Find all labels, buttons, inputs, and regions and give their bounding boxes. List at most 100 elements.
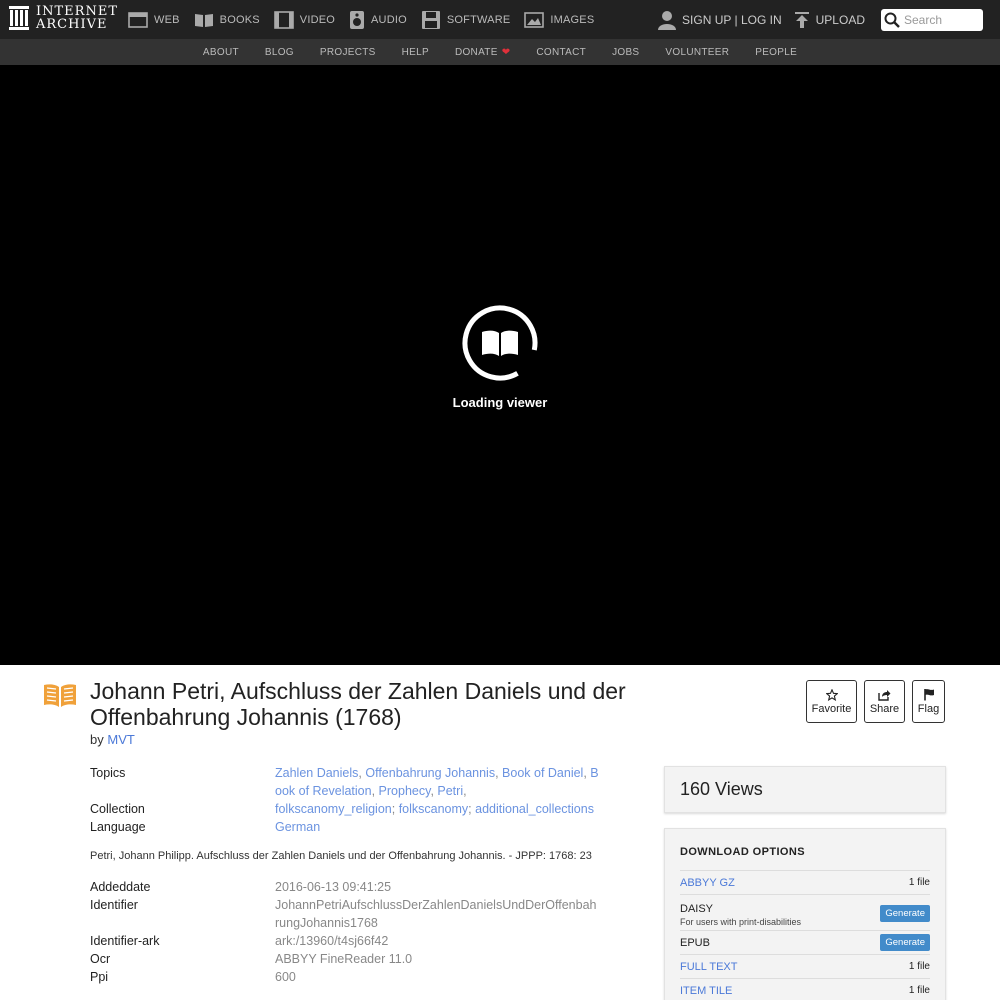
audio-icon (350, 10, 365, 29)
item-description: Petri, Johann Philipp. Aufschluss der Za… (90, 850, 592, 862)
subnav-help[interactable]: HELP (402, 47, 429, 58)
item-title: Johann Petri, Aufschluss der Zahlen Dani… (90, 678, 626, 730)
download-label-daisy: DAISY (680, 903, 714, 915)
subnav-donate[interactable]: DONATE ❤ (455, 47, 510, 58)
share-button[interactable]: Share (864, 680, 905, 723)
nav-audio[interactable]: AUDIO (349, 10, 407, 30)
internet-archive-logo[interactable]: INTERNET ARCHIVE (8, 5, 118, 31)
flag-icon (923, 689, 934, 701)
book-icon (44, 684, 76, 707)
topic-link[interactable]: Book of Daniel (502, 766, 583, 780)
favorite-button[interactable]: Favorite (806, 680, 857, 723)
download-row-itemtile: ITEM TILE 1 file (680, 978, 930, 1000)
metadata-row: Identifier JohannPetriAufschlussDerZahle… (90, 896, 610, 932)
file-count: 1 file (908, 877, 930, 888)
subnav-jobs[interactable]: JOBS (612, 47, 639, 58)
creator-link[interactable]: MVT (107, 732, 134, 747)
download-row-abbyy: ABBYY GZ 1 file (680, 870, 930, 894)
download-options-panel: DOWNLOAD OPTIONS ABBYY GZ 1 file DAISY F… (664, 828, 946, 1000)
download-label-epub: EPUB (680, 936, 710, 949)
flag-button[interactable]: Flag (912, 680, 945, 723)
byline: by MVT (90, 732, 135, 747)
star-icon (825, 688, 838, 701)
subnav-contact[interactable]: CONTACT (536, 47, 586, 58)
books-icon (194, 13, 213, 27)
nav-images-label: IMAGES (550, 13, 595, 26)
metadata-key: Ppi (90, 970, 109, 984)
nav-web[interactable]: WEB (128, 11, 180, 28)
generate-epub-button[interactable]: Generate (880, 934, 930, 951)
generate-daisy-button[interactable]: Generate (880, 904, 930, 922)
subnav-blog[interactable]: BLOG (265, 47, 294, 58)
download-link-itemtile[interactable]: ITEM TILE (680, 985, 732, 997)
metadata-value: 600 (275, 970, 296, 984)
loading-spinner-icon (462, 305, 538, 381)
video-icon (273, 10, 294, 29)
nav-software[interactable]: SOFTWARE (421, 10, 511, 30)
favorite-label: Favorite (811, 702, 852, 715)
download-link-fulltext[interactable]: FULL TEXT (680, 961, 737, 973)
upload-icon (794, 11, 809, 28)
daisy-subtext: For users with print-disabilities (680, 917, 802, 927)
collection-link[interactable]: folkscanomy (399, 802, 468, 816)
topics-value: Zahlen Daniels, Offenbahrung Johannis, B… (275, 766, 599, 798)
nav-web-label: WEB (154, 13, 180, 26)
secondary-nav: ABOUT BLOG PROJECTS HELP DONATE ❤ CONTACT… (0, 39, 1000, 65)
topics-label: Topics (90, 766, 126, 780)
nav-audio-label: AUDIO (371, 13, 407, 26)
search-input[interactable] (904, 12, 980, 27)
metadata-row: Ppi 600 (90, 968, 610, 986)
item-actions: Favorite Share Flag (806, 680, 945, 723)
download-link-abbyy[interactable]: ABBYY GZ (680, 877, 735, 889)
collection-value: folkscanomy_religion; folkscanomy; addit… (275, 802, 594, 816)
collection-row: Collection folkscanomy_religion; folksca… (90, 800, 610, 818)
metadata-row: Ocr ABBYY FineReader 11.0 (90, 950, 610, 968)
views-count: 160 Views (664, 766, 946, 813)
nav-images[interactable]: IMAGES (524, 11, 595, 28)
file-count: 1 file (908, 985, 930, 996)
nav-video[interactable]: VIDEO (273, 10, 336, 29)
subnav-volunteer[interactable]: VOLUNTEER (665, 47, 729, 58)
topics-row: Topics Zahlen Daniels, Offenbahrung Joha… (90, 764, 610, 800)
download-row-epub: EPUB Generate (680, 930, 930, 954)
topic-link[interactable]: Prophecy (379, 784, 431, 798)
share-label: Share (869, 702, 900, 715)
language-label: Language (90, 820, 146, 834)
loading-viewer-text: Loading viewer (452, 395, 548, 410)
metadata-value: ark:/13960/t4sj66f42 (275, 934, 389, 948)
metadata-value: 2016-06-13 09:41:25 (275, 880, 392, 894)
topic-link[interactable]: Zahlen Daniels (275, 766, 358, 780)
account-nav: SIGN UP | LOG IN UPLOAD (658, 0, 983, 39)
subnav-donate-label: DONATE (454, 46, 498, 58)
search-icon[interactable] (884, 12, 900, 28)
collection-link[interactable]: folkscanomy_religion (275, 802, 392, 816)
signup-login-link[interactable]: SIGN UP | LOG IN (658, 10, 782, 30)
top-nav-bar: INTERNET ARCHIVE WEB BOOKS VIDEO AUDIO S… (0, 0, 1000, 39)
metadata-value: JohannPetriAufschlussDerZahlenDanielsUnd… (275, 898, 597, 930)
nav-books-label: BOOKS (219, 13, 260, 26)
metadata-row: Identifier-ark ark:/13960/t4sj66f42 (90, 932, 610, 950)
user-icon (658, 10, 677, 30)
images-icon (524, 11, 545, 28)
flag-label: Flag (917, 703, 940, 715)
language-row: Language German (90, 818, 610, 836)
search-box (881, 8, 983, 31)
nav-books[interactable]: BOOKS (194, 12, 260, 28)
topic-link[interactable]: Petri (437, 784, 463, 798)
book-viewer[interactable]: Loading viewer (0, 65, 1000, 665)
archive-building-icon (9, 6, 29, 30)
subnav-projects[interactable]: PROJECTS (320, 47, 376, 58)
subnav-people[interactable]: PEOPLE (755, 47, 797, 58)
heart-icon: ❤ (501, 46, 511, 58)
collection-link[interactable]: additional_collections (475, 802, 594, 816)
subnav-about[interactable]: ABOUT (203, 47, 239, 58)
topic-link[interactable]: Offenbahrung Johannis (365, 766, 495, 780)
language-link[interactable]: German (275, 820, 320, 834)
software-icon (421, 10, 440, 29)
download-row-daisy: DAISY For users with print-disabilities … (680, 894, 930, 930)
nav-video-label: VIDEO (299, 13, 336, 26)
item-metadata: Topics Zahlen Daniels, Offenbahrung Joha… (90, 764, 610, 986)
metadata-key: Identifier (90, 898, 138, 912)
upload-link[interactable]: UPLOAD (794, 11, 865, 29)
nav-software-label: SOFTWARE (446, 13, 511, 26)
